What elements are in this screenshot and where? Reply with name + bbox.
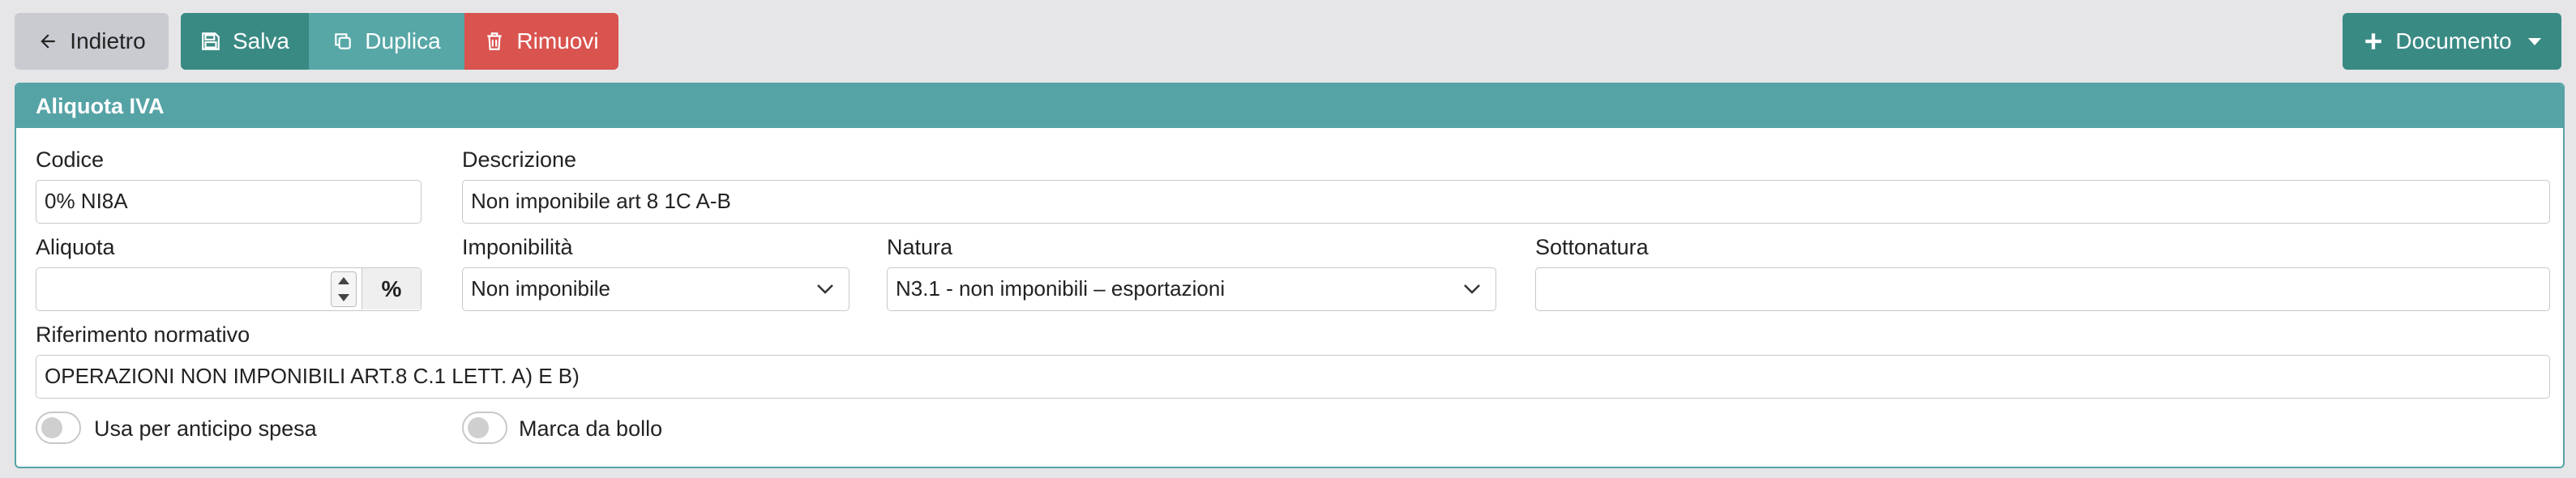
action-button-group: Salva Duplica Rimuovi — [181, 13, 618, 70]
remove-button[interactable]: Rimuovi — [464, 13, 618, 70]
duplicate-button[interactable]: Duplica — [309, 13, 464, 70]
aliquota-field[interactable]: 0 % — [36, 267, 421, 311]
toggle-knob — [41, 417, 62, 438]
natura-label: Natura — [887, 235, 953, 259]
riferimento-field[interactable]: OPERAZIONI NON IMPONIBILI ART.8 C.1 LETT… — [36, 355, 2550, 399]
back-button-label: Indietro — [70, 28, 146, 53]
stepper-down-icon[interactable] — [338, 294, 349, 301]
trash-icon — [487, 32, 503, 50]
marca-bollo-label: Marca da bollo — [519, 416, 663, 441]
toggle-knob — [468, 417, 489, 438]
sottonatura-field[interactable] — [1535, 267, 2550, 311]
anticipo-spesa-label: Usa per anticipo spesa — [94, 416, 317, 441]
codice-label: Codice — [36, 147, 105, 172]
back-button[interactable]: Indietro — [15, 13, 169, 70]
arrow-left-icon — [41, 34, 55, 49]
imponibilita-label: Imponibilità — [462, 235, 573, 259]
stepper-up-icon[interactable] — [338, 277, 349, 284]
codice-field[interactable]: 0% NI8A — [36, 180, 421, 224]
document-button-label: Documento — [2395, 28, 2512, 53]
chevron-down-icon — [817, 284, 833, 294]
remove-button-label: Rimuovi — [516, 28, 599, 53]
aliquota-stepper[interactable] — [331, 271, 357, 307]
anticipo-spesa-toggle[interactable] — [36, 412, 81, 444]
percent-addon: % — [362, 268, 421, 309]
imponibilita-value: Non imponibile — [471, 276, 610, 301]
sottonatura-label: Sottonatura — [1535, 235, 1649, 259]
save-button-label: Salva — [232, 28, 289, 53]
imponibilita-select[interactable]: Non imponibile — [462, 267, 849, 311]
marca-bollo-toggle[interactable] — [462, 412, 507, 444]
duplicate-button-label: Duplica — [365, 28, 441, 53]
aliquota-label: Aliquota — [36, 235, 115, 259]
copy-icon — [335, 33, 352, 49]
riferimento-label: Riferimento normativo — [36, 322, 250, 347]
save-button[interactable]: Salva — [181, 13, 309, 70]
chevron-down-icon — [1464, 284, 1480, 294]
descrizione-label: Descrizione — [462, 147, 577, 172]
save-icon — [202, 32, 220, 50]
natura-select[interactable]: N3.1 - non imponibili – esportazioni — [887, 267, 1496, 311]
panel-title: Aliquota IVA — [16, 84, 2563, 128]
descrizione-field[interactable]: Non imponibile art 8 1C A-B — [462, 180, 2550, 224]
plus-icon — [2365, 33, 2382, 49]
aliquota-iva-panel: Aliquota IVA Codice 0% NI8A Descrizione … — [15, 83, 2565, 468]
natura-value: N3.1 - non imponibili – esportazioni — [896, 276, 1226, 301]
caret-down-icon — [2527, 37, 2541, 45]
document-dropdown-button[interactable]: Documento — [2343, 13, 2561, 70]
toolbar: Indietro Salva Duplica Rimuovi Documento — [15, 13, 2561, 70]
